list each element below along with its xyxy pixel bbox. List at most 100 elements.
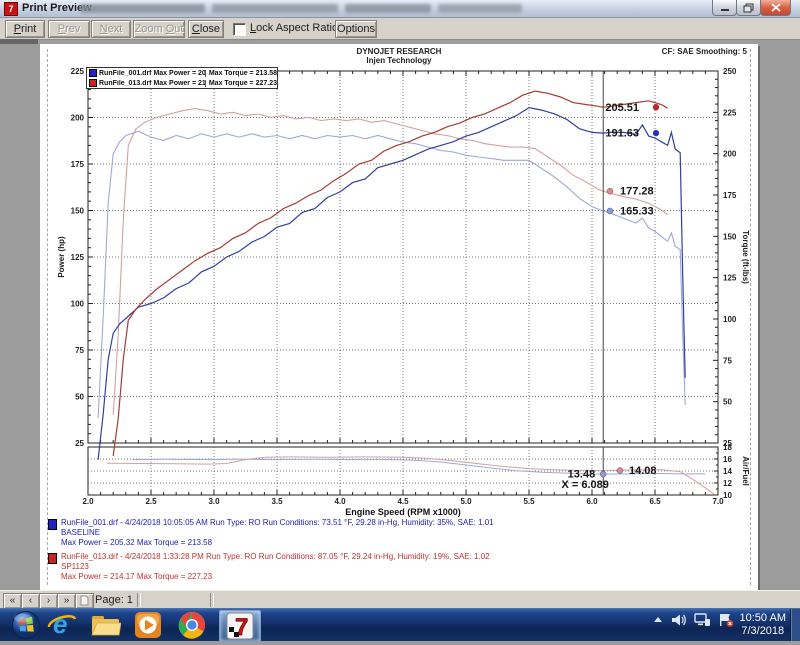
run-maxima: Max Power = 205.32 Max Torque = 213.58 [61, 538, 748, 548]
taskbar-explorer[interactable] [89, 611, 121, 639]
svg-text:14: 14 [723, 467, 732, 476]
next-page-button[interactable]: › [39, 593, 58, 609]
run-conditions: RunFile_001.drf - 4/24/2018 10:05:05 AM … [61, 518, 748, 528]
media-player-icon [133, 610, 163, 640]
prev-page-button[interactable]: ‹ [21, 593, 40, 609]
legend-row: RunFile_001.drf Max Power = 205.32 Max T… [87, 68, 277, 78]
svg-text:100: 100 [71, 300, 85, 309]
print-preview-page: DYNOJET RESEARCH Injen Technology CF: SA… [40, 44, 758, 590]
svg-text:50: 50 [723, 398, 732, 407]
svg-text:12: 12 [723, 479, 732, 488]
document-icon [80, 595, 89, 606]
run-name: BASELINE [61, 528, 748, 538]
svg-text:4.0: 4.0 [334, 497, 346, 506]
svg-text:125: 125 [723, 274, 737, 283]
cursor-dot-power_001 [653, 130, 659, 136]
svg-text:6.5: 6.5 [649, 497, 661, 506]
redacted-filename [212, 4, 338, 13]
taskbar-ie[interactable]: e [46, 611, 78, 639]
legend-run-torque: Max Torque = 227.23 [205, 80, 277, 87]
cursor-dot-af_013 [617, 468, 623, 474]
svg-text:225: 225 [71, 67, 85, 76]
svg-text:Air/Fuel: Air/Fuel [741, 456, 750, 486]
minimize-button[interactable] [712, 0, 737, 16]
svg-text:150: 150 [71, 207, 85, 216]
run-swatch-blue [48, 519, 57, 530]
close-preview-button[interactable]: Close [188, 20, 224, 38]
redacted-filename [345, 4, 431, 13]
close-icon [771, 3, 781, 12]
prev-button: Prev [48, 20, 90, 38]
volume-icon[interactable] [671, 613, 687, 627]
svg-text:7.0: 7.0 [712, 497, 724, 506]
cursor-value-af_013: 14.08 [629, 465, 657, 477]
chart-legend: RunFile_001.drf Max Power = 205.32 Max T… [86, 67, 278, 89]
lock-aspect-ratio-checkbox[interactable] [233, 23, 246, 36]
svg-text:150: 150 [723, 232, 737, 241]
run-conditions: RunFile_013.drf - 4/24/2018 1:33:28 PM R… [61, 552, 748, 562]
tray-expand-icon[interactable] [652, 614, 664, 626]
network-icon[interactable] [694, 613, 711, 627]
svg-text:Torque (ft-lbs): Torque (ft-lbs) [741, 230, 750, 284]
close-window-button[interactable] [760, 0, 791, 16]
redacted-filename [438, 4, 522, 13]
run-info-sp1123: RunFile_013.drf - 4/24/2018 1:33:28 PM R… [48, 552, 748, 582]
chrome-icon [177, 610, 207, 640]
minimize-icon [720, 3, 730, 12]
winpep7-icon: 7 [226, 612, 254, 640]
series-af_013 [107, 457, 714, 495]
svg-text:50: 50 [75, 393, 84, 402]
internet-explorer-icon: e [47, 610, 77, 640]
cursor-dot-torque_001 [607, 208, 613, 214]
cursor-dot-torque_013 [607, 188, 613, 194]
windows-start-icon [11, 610, 41, 640]
show-desktop-button[interactable] [790, 609, 800, 641]
legend-run-power: RunFile_001.drf Max Power = 205.32 [99, 70, 205, 77]
taskbar-clock[interactable]: 10:50 AM 7/3/2018 [740, 612, 786, 638]
options-button[interactable]: Options [335, 20, 377, 38]
cursor-value-torque_001: 165.33 [620, 205, 654, 217]
svg-text:225: 225 [723, 108, 737, 117]
svg-text:250: 250 [723, 67, 737, 76]
screen: { "window": { "title": "Print Preview" }… [0, 0, 800, 640]
svg-text:6.0: 6.0 [586, 497, 598, 506]
svg-text:200: 200 [71, 114, 85, 123]
taskbar-media-app[interactable] [132, 611, 164, 639]
svg-text:2.0: 2.0 [82, 497, 94, 506]
lock-aspect-ratio-label: Lock Aspect Ratio [250, 22, 338, 34]
print-button[interactable]: Print [5, 20, 45, 38]
action-center-flag-icon[interactable] [718, 613, 734, 627]
svg-text:25: 25 [75, 439, 84, 448]
svg-text:18: 18 [723, 443, 732, 452]
svg-text:175: 175 [71, 160, 85, 169]
svg-text:2.5: 2.5 [145, 497, 157, 506]
svg-text:10: 10 [723, 491, 732, 500]
series-power_013 [113, 91, 667, 456]
run-name: SP1123 [61, 562, 748, 572]
cursor-value-power_001: 191.63 [605, 128, 639, 140]
page-setup-button[interactable] [75, 593, 94, 609]
svg-text:5.5: 5.5 [523, 497, 535, 506]
statusbar-separator [210, 593, 214, 607]
first-page-button[interactable]: « [3, 593, 22, 609]
run-info-baseline: RunFile_001.drf - 4/24/2018 10:05:05 AM … [48, 518, 748, 548]
legend-swatch-blue [89, 69, 97, 77]
last-page-button[interactable]: » [57, 593, 76, 609]
statusbar-separator [137, 593, 141, 607]
series-power_001 [98, 108, 685, 460]
taskbar-chrome[interactable] [176, 611, 208, 639]
taskbar-winpep-active[interactable]: 7 [219, 610, 261, 642]
clock-date: 7/3/2018 [740, 625, 786, 638]
restore-button[interactable] [736, 0, 761, 16]
cursor-dot-af_001 [600, 471, 606, 477]
svg-text:75: 75 [723, 356, 732, 365]
title-bar: 7 Print Preview [0, 0, 800, 18]
svg-text:Power (hp): Power (hp) [57, 236, 66, 278]
svg-text:7: 7 [235, 614, 248, 640]
legend-run-torque: Max Torque = 213.58 [205, 70, 277, 77]
restore-icon [743, 3, 754, 13]
svg-text:16: 16 [723, 455, 732, 464]
start-button[interactable] [10, 611, 42, 639]
next-button: Next [91, 20, 131, 38]
cursor-x-label: X = 6.089 [562, 479, 609, 491]
